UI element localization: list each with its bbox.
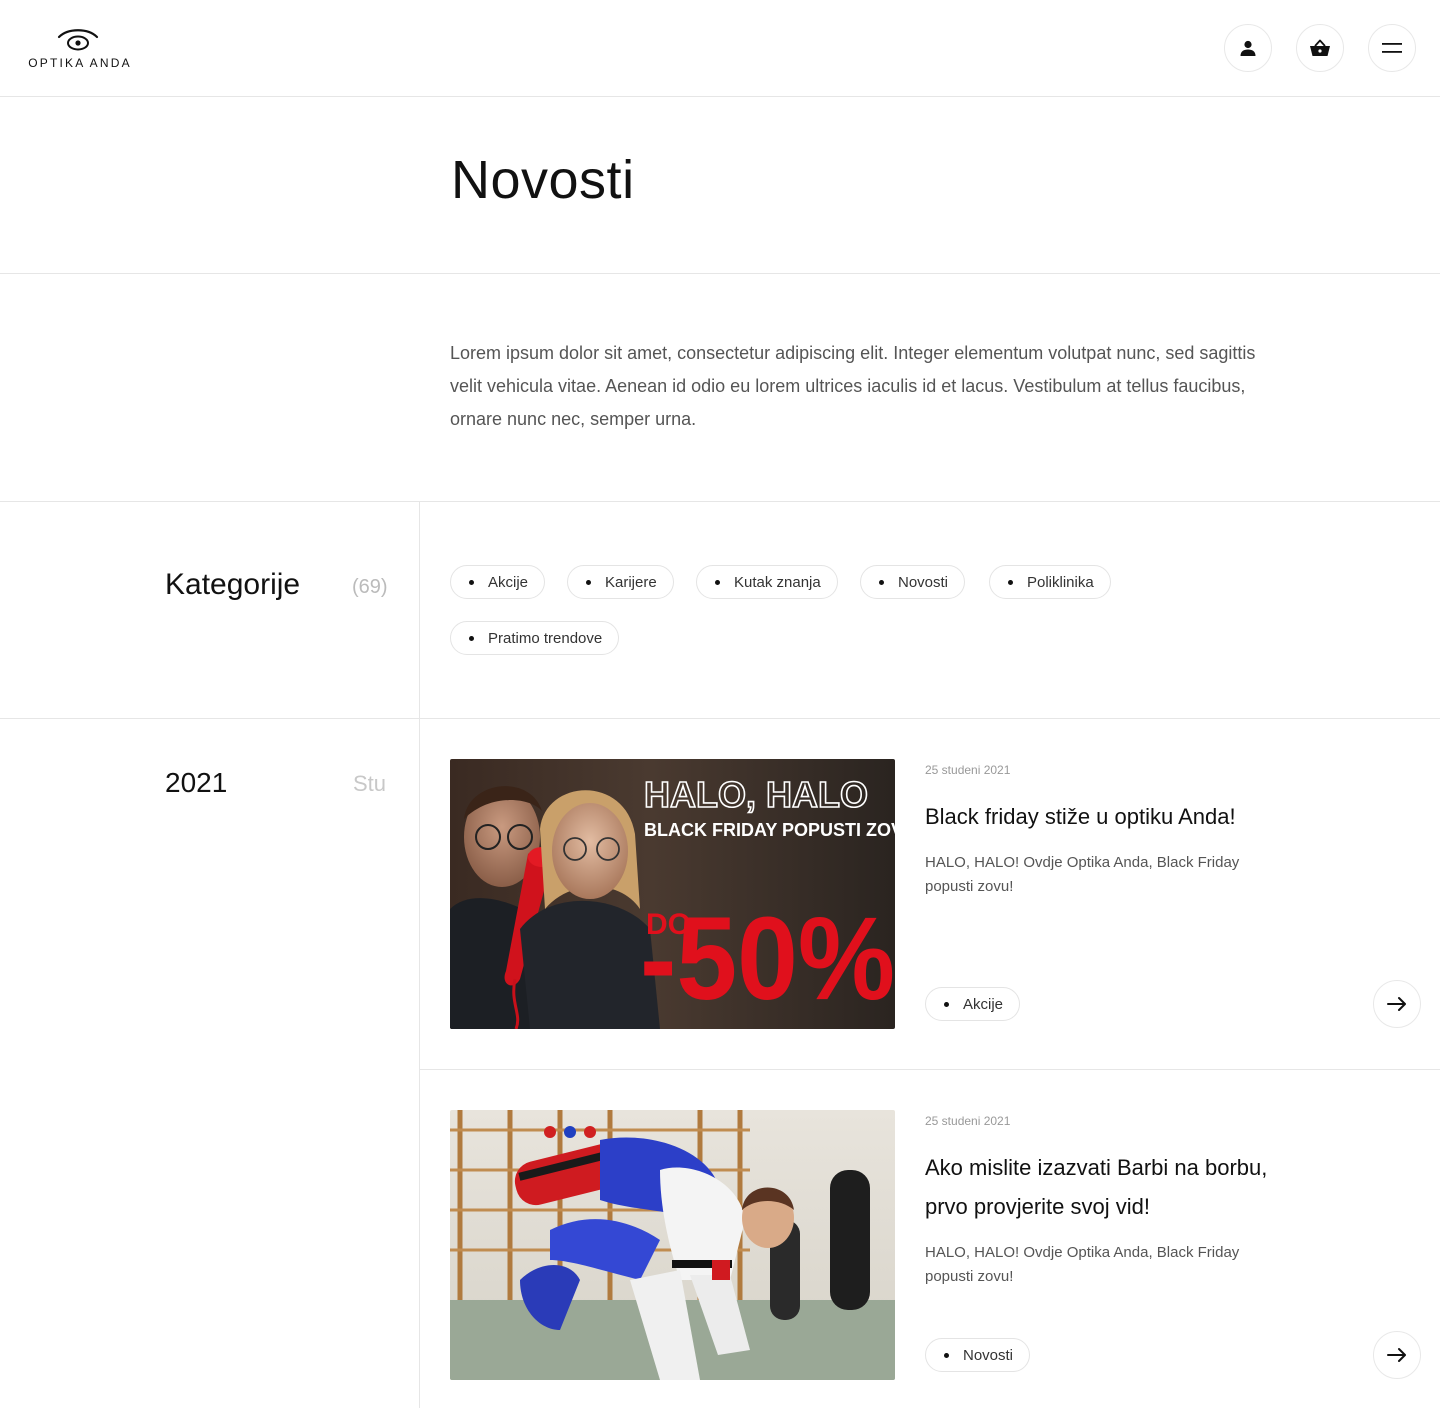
category-pill-label: Poliklinika [1027, 573, 1094, 591]
article-category-label: Novosti [963, 1346, 1014, 1364]
promo-subline: BLACK FRIDAY POPUSTI ZOVU [644, 820, 895, 840]
page-title: Novosti [451, 150, 635, 210]
article-title[interactable]: Black friday stiže u optiku Anda! [925, 797, 1285, 836]
bullet-icon [944, 1001, 949, 1007]
archive-month: Stu [353, 771, 387, 796]
article-image[interactable] [450, 1110, 895, 1380]
menu-button[interactable] [1368, 24, 1416, 72]
read-more-button[interactable] [1373, 1331, 1421, 1379]
black-friday-promo-image: HALO, HALO BLACK FRIDAY POPUSTI ZOVU DO … [450, 759, 895, 1029]
logo-text: OPTIKA ANDA [28, 56, 132, 70]
read-more-button[interactable] [1373, 980, 1421, 1028]
bullet-icon [1008, 579, 1013, 585]
category-pill-poliklinika[interactable]: Poliklinika [989, 565, 1111, 599]
category-pill-label: Novosti [898, 573, 949, 591]
bullet-icon [879, 579, 884, 585]
article-date: 25 studeni 2021 [925, 763, 1011, 777]
judo-photo-image [450, 1110, 895, 1380]
arrow-right-icon [1387, 1348, 1406, 1362]
category-pill-kutak-znanja[interactable]: Kutak znanja [696, 565, 838, 599]
account-button[interactable] [1224, 24, 1272, 72]
article-category-pill[interactable]: Novosti [925, 1338, 1031, 1372]
arrow-right-icon [1387, 997, 1406, 1011]
bullet-icon [586, 579, 591, 585]
category-pill-karijere[interactable]: Karijere [567, 565, 674, 599]
category-pill-label: Karijere [605, 573, 657, 591]
category-pill-akcije[interactable]: Akcije [450, 565, 546, 599]
eye-logo-icon [57, 29, 99, 51]
bullet-icon [469, 579, 474, 585]
categories-count: (69) [352, 576, 388, 598]
basket-icon [1310, 39, 1330, 56]
menu-icon [1382, 43, 1402, 53]
article-title[interactable]: Ako mislite izazvati Barbi na borbu, prv… [925, 1148, 1285, 1226]
article-card: HALO, HALO BLACK FRIDAY POPUSTI ZOVU DO … [420, 719, 1440, 1070]
promo-headline: HALO, HALO [644, 774, 868, 815]
cart-button[interactable] [1296, 24, 1344, 72]
category-pill-label: Pratimo trendove [488, 629, 603, 647]
categories-section: Kategorije (69) Akcije Karijere Kutak zn… [0, 502, 1440, 719]
intro-text: Lorem ipsum dolor sit amet, consectetur … [450, 343, 1256, 429]
article-category-pill[interactable]: Akcije [925, 987, 1021, 1021]
bullet-icon [469, 635, 474, 641]
category-pill-pratimo-trendove[interactable]: Pratimo trendove [450, 621, 620, 655]
category-pill-novosti[interactable]: Novosti [860, 565, 966, 599]
categories-label: Kategorije [165, 568, 301, 601]
article-category-label: Akcije [963, 995, 1004, 1013]
article-date: 25 studeni 2021 [925, 1114, 1011, 1128]
category-pill-label: Kutak znanja [734, 573, 821, 591]
article-excerpt: HALO, HALO! Ovdje Optika Anda, Black Fri… [925, 854, 1240, 895]
promo-discount: -50% [640, 893, 895, 1025]
bullet-icon [715, 579, 720, 585]
article-image[interactable]: HALO, HALO BLACK FRIDAY POPUSTI ZOVU DO … [450, 759, 895, 1029]
user-icon [1240, 40, 1256, 56]
logo[interactable]: OPTIKA ANDA [22, 28, 138, 72]
article-excerpt: HALO, HALO! Ovdje Optika Anda, Black Fri… [925, 1244, 1240, 1285]
title-section: Novosti [0, 97, 1440, 274]
intro-section: Lorem ipsum dolor sit amet, consectetur … [0, 274, 1440, 502]
article-card: 25 studeni 2021 Ako mislite izazvati Bar… [420, 1070, 1440, 1408]
category-pill-label: Akcije [488, 573, 529, 591]
bullet-icon [944, 1352, 949, 1358]
archive-year: 2021 [165, 767, 228, 798]
site-header: OPTIKA ANDA [0, 0, 1440, 97]
